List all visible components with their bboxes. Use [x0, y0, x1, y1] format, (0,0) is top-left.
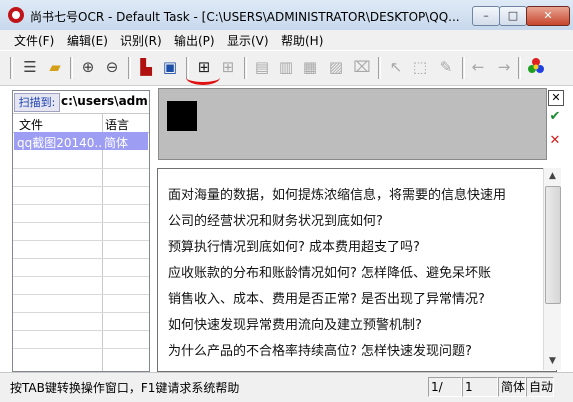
menu-file[interactable]: 文件(F) [14, 32, 54, 49]
text-line[interactable]: 为什么产品的不合格率持续高位? 怎样快速发现问题? [168, 340, 472, 359]
image-icon[interactable]: ▣ [160, 57, 180, 77]
column-header-file[interactable]: 文件 [19, 116, 43, 133]
toolbar-separator [70, 57, 73, 79]
text-line[interactable]: 如何快速发现异常费用流向及建立预警机制? [168, 314, 422, 333]
text-line[interactable]: 销售收入、成本、费用是否正常? 是否出现了异常情况? [168, 288, 485, 307]
row-file-cell: qq截图20140... [17, 136, 101, 150]
grid-icon[interactable]: ▦ [300, 57, 320, 77]
forward-arrow-icon[interactable]: → [494, 57, 514, 77]
table-row[interactable]: qq截图20140... 简体 [14, 132, 148, 150]
open-folder-icon[interactable]: ▰ [45, 57, 65, 77]
toolbar-separator [128, 57, 131, 79]
row-divider [13, 330, 149, 331]
minimize-button[interactable]: – [472, 6, 500, 26]
file-list-header: 文件 语言 [13, 113, 149, 133]
status-bar: 按TAB键转换操作窗口，F1键请求系统帮助 1/ 1 简体 自动 [0, 372, 573, 402]
row-divider [13, 312, 149, 313]
text-line[interactable]: 面对海量的数据，如何提炼浓缩信息，将需要的信息快速用 [168, 184, 506, 203]
toolbar-separator [518, 57, 521, 79]
scan-to-label[interactable]: 扫描到: [14, 93, 60, 112]
row-divider [13, 186, 149, 187]
pick-icon[interactable]: ⬚ [410, 57, 430, 77]
check-icon[interactable]: ✔ [548, 110, 562, 124]
scan-path-field[interactable]: c:\users\admi [61, 93, 148, 110]
status-page-total: 1 [462, 377, 498, 397]
status-hint: 按TAB键转换操作窗口，F1键请求系统帮助 [10, 381, 240, 395]
toolbar-separator [462, 57, 465, 79]
close-panel-icon[interactable]: ✕ [548, 90, 564, 106]
row-divider [13, 222, 149, 223]
column-divider [102, 113, 103, 371]
text-line[interactable]: 预算执行情况到底如何? 成本费用超支了吗? [168, 236, 420, 255]
colors-icon[interactable] [526, 57, 546, 77]
menu-view[interactable]: 显示(V) [227, 32, 269, 49]
vertical-text-icon[interactable]: ▤ [252, 57, 272, 77]
delete-icon[interactable]: ✕ [548, 134, 562, 148]
scroll-down-arrow-icon[interactable]: ▼ [544, 353, 561, 370]
toolbar: ☰ ▰ ⊕ ⊖ ▙ ▣ ⊞ ⊞ ▤ ▥ ▦ ▨ ⌧ ↖ ⬚ ✎ ← → [0, 50, 573, 86]
red-annotation-mark [186, 70, 220, 85]
text-toolbar-icon[interactable]: ☰ [20, 57, 40, 77]
pen-icon[interactable]: ✎ [436, 57, 456, 77]
image-thumbnail[interactable] [167, 101, 197, 131]
scroll-up-arrow-icon[interactable]: ▲ [544, 168, 561, 185]
menu-recognize[interactable]: 识别(R) [120, 32, 162, 49]
window-title: 尚书七号OCR - Default Task - [C:\USERS\ADMIN… [30, 10, 460, 24]
table-icon[interactable]: ▥ [276, 57, 296, 77]
toolbar-separator [10, 57, 13, 79]
row-language-cell: 简体 [104, 136, 129, 150]
status-language: 简体 [498, 377, 526, 397]
maximize-button[interactable]: □ [499, 6, 527, 26]
file-list-panel: 扫描到: c:\users\admi 文件 语言 qq截图20140... 简体 [12, 90, 150, 372]
recognize-disabled-icon[interactable]: ⊞ [218, 57, 238, 77]
toolbar-separator [244, 57, 247, 79]
app-logo-icon[interactable] [8, 7, 24, 23]
row-divider [13, 204, 149, 205]
zoom-out-icon[interactable]: ⊖ [102, 57, 122, 77]
row-divider [13, 294, 149, 295]
row-divider [13, 258, 149, 259]
column-header-language[interactable]: 语言 [105, 116, 129, 133]
status-page-current: 1/ [428, 377, 462, 397]
row-divider [13, 348, 149, 349]
back-arrow-icon[interactable]: ← [468, 57, 488, 77]
scrollbar-thumb[interactable] [545, 186, 561, 304]
menu-help[interactable]: 帮助(H) [281, 32, 323, 49]
zoom-in-icon[interactable]: ⊕ [78, 57, 98, 77]
recognized-text-panel[interactable]: 面对海量的数据，如何提炼浓缩信息，将需要的信息快速用 公司的经营状况和财务状况到… [157, 168, 557, 372]
toolbar-separator [378, 57, 381, 79]
status-mode: 自动 [526, 377, 554, 397]
menu-edit[interactable]: 编辑(E) [67, 32, 108, 49]
row-divider [13, 276, 149, 277]
row-divider [13, 168, 149, 169]
image-preview-panel[interactable] [158, 88, 547, 160]
clear-icon[interactable]: ▨ [326, 57, 346, 77]
menu-bar: 文件(F) 编辑(E) 识别(R) 输出(P) 显示(V) 帮助(H) [0, 30, 573, 50]
select-icon[interactable]: ⌧ [352, 57, 372, 77]
scan-icon[interactable]: ▙ [136, 57, 156, 77]
edit-region-icon[interactable]: ↖ [386, 57, 406, 77]
text-line[interactable]: 应收账款的分布和账龄情况如何? 怎样降低、避免呆坏账 [168, 262, 491, 281]
menu-output[interactable]: 输出(P) [174, 32, 215, 49]
vertical-scrollbar[interactable]: ▲ ▼ [543, 168, 561, 370]
close-button[interactable]: ✕ [526, 6, 570, 26]
side-tool-strip: ✕ ✔ ✕ [548, 88, 566, 160]
title-bar[interactable]: 尚书七号OCR - Default Task - [C:\USERS\ADMIN… [0, 0, 573, 31]
row-divider [13, 240, 149, 241]
text-line[interactable]: 公司的经营状况和财务状况到底如何? [168, 210, 383, 229]
